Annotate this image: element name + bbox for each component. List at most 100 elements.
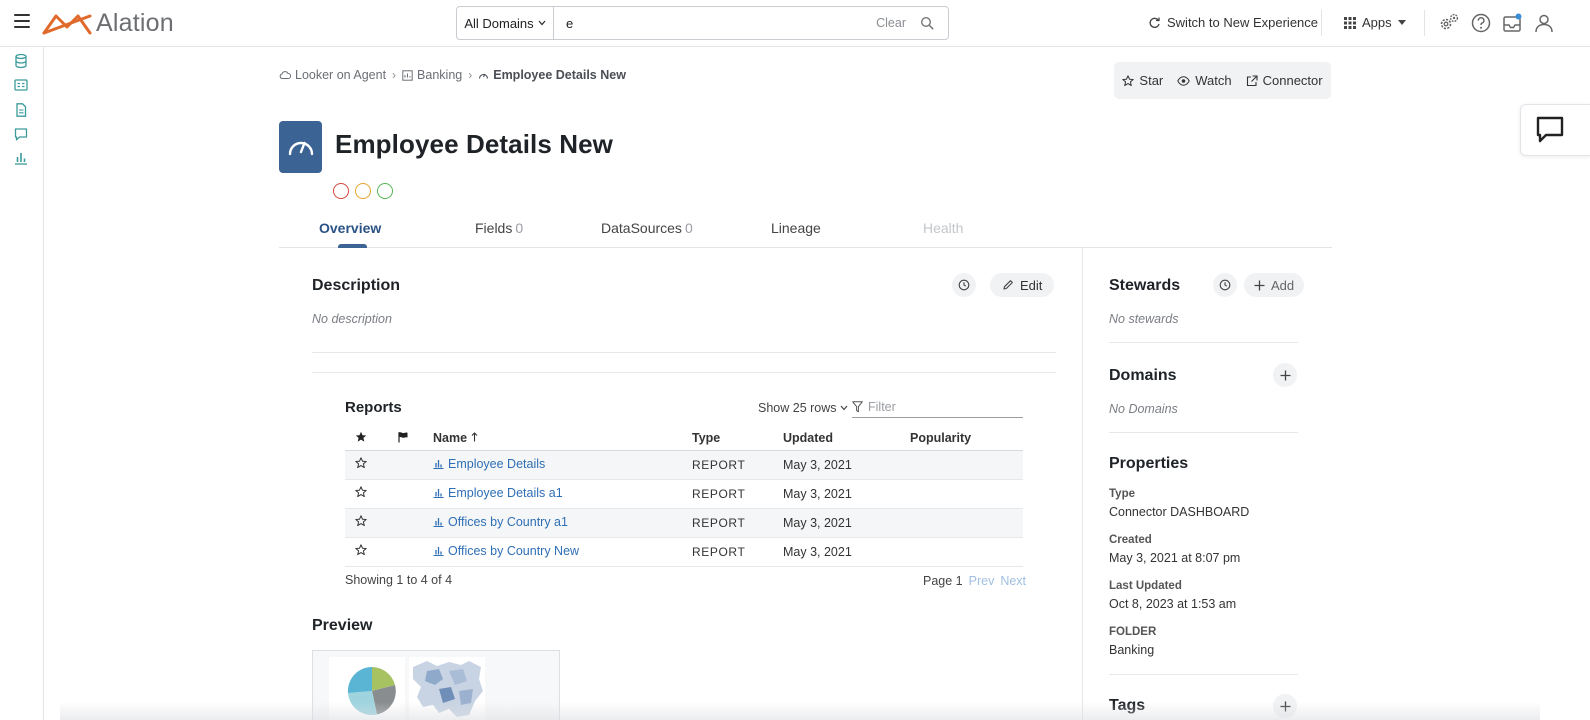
- breadcrumb-label: Banking: [417, 68, 463, 82]
- document-icon[interactable]: [13, 102, 29, 118]
- type-column-header[interactable]: Type: [692, 427, 783, 451]
- help-icon[interactable]: [1470, 12, 1492, 34]
- next-page-button[interactable]: Next: [1000, 574, 1026, 588]
- column-label: Popularity: [910, 431, 972, 446]
- property-value: Banking: [1109, 643, 1155, 657]
- property-label: Last Updated: [1109, 580, 1182, 592]
- trust-flags: [333, 183, 393, 199]
- flag-column-header[interactable]: [397, 427, 433, 451]
- inbox-notification-icon[interactable]: [1501, 12, 1523, 34]
- star-cell[interactable]: [345, 508, 397, 538]
- popularity-column-header[interactable]: Popularity: [910, 427, 1023, 451]
- connector-button[interactable]: Connector: [1246, 73, 1323, 88]
- map-thumbnail-icon[interactable]: [409, 657, 485, 720]
- column-label: Updated: [783, 431, 833, 446]
- switch-experience-button[interactable]: Switch to New Experience: [1148, 15, 1318, 30]
- report-link[interactable]: Offices by Country a1: [433, 515, 568, 529]
- trust-flag-deprecation[interactable]: [333, 183, 349, 199]
- flag-cell: [397, 508, 433, 538]
- table-header-row: Name Type Updated Popularity: [345, 427, 1023, 451]
- reports-filter-input[interactable]: [868, 400, 1008, 414]
- table-row: Offices by Country a1 REPORT May 3, 2021: [345, 508, 1023, 538]
- star-cell[interactable]: [345, 450, 397, 480]
- updated-cell: May 3, 2021: [783, 537, 910, 567]
- preview-panel: [312, 650, 560, 720]
- tab-lineage[interactable]: Lineage: [771, 220, 821, 236]
- alation-logo[interactable]: Alation: [42, 9, 174, 38]
- tab-overview[interactable]: Overview: [319, 220, 381, 236]
- pie-chart-thumbnail-icon[interactable]: [329, 657, 405, 720]
- add-tag-button[interactable]: [1273, 694, 1297, 718]
- report-link[interactable]: Employee Details a1: [433, 486, 563, 500]
- star-cell[interactable]: [345, 537, 397, 567]
- page-indicator: Page 1: [923, 574, 963, 588]
- name-cell: Offices by Country a1: [433, 508, 692, 538]
- eye-icon: [1177, 75, 1191, 86]
- chat-bubble-icon: [1536, 116, 1564, 143]
- breadcrumb-item-current: Employee Details New: [478, 68, 626, 82]
- breadcrumb-item-source[interactable]: Looker on Agent: [279, 68, 386, 82]
- tab-label: DataSources: [601, 220, 682, 236]
- tab-label: Fields: [475, 220, 513, 236]
- bar-chart-icon[interactable]: [13, 150, 29, 166]
- popularity-cell: [910, 479, 1023, 509]
- apps-menu-button[interactable]: Apps: [1344, 15, 1406, 30]
- bottom-fade: [60, 702, 1540, 720]
- plus-icon: [1280, 701, 1290, 711]
- star-button[interactable]: Star: [1122, 73, 1163, 88]
- add-steward-button[interactable]: Add: [1244, 273, 1305, 297]
- name-column-header[interactable]: Name: [433, 427, 692, 451]
- divider: [1109, 432, 1298, 433]
- tags-title: Tags: [1109, 697, 1146, 714]
- conversation-icon[interactable]: [13, 126, 29, 142]
- search-input[interactable]: [554, 7, 877, 39]
- trust-flag-endorsement[interactable]: [377, 183, 393, 199]
- search-clear-button[interactable]: Clear: [876, 16, 906, 30]
- breadcrumb-label: Employee Details New: [493, 68, 626, 82]
- chat-widget-button[interactable]: [1520, 104, 1590, 156]
- breadcrumb-item-folder[interactable]: Banking: [402, 68, 462, 82]
- property-label: FOLDER: [1109, 626, 1157, 638]
- star-outline-icon: [355, 544, 367, 556]
- watch-button[interactable]: Watch: [1177, 73, 1232, 88]
- watch-label: Watch: [1195, 73, 1232, 88]
- database-icon[interactable]: [13, 53, 29, 69]
- catalog-card-icon[interactable]: [13, 77, 29, 93]
- type-cell: REPORT: [692, 479, 783, 509]
- report-chart-icon: [433, 489, 444, 498]
- search-bar: All Domains Clear: [456, 6, 949, 40]
- prev-page-button[interactable]: Prev: [969, 574, 995, 588]
- tab-fields[interactable]: Fields 0: [475, 220, 523, 236]
- domain-selector[interactable]: All Domains: [457, 7, 554, 39]
- logo-text: Alation: [96, 9, 174, 37]
- updated-column-header[interactable]: Updated: [783, 427, 910, 451]
- flag-cell: [397, 450, 433, 480]
- star-cell[interactable]: [345, 479, 397, 509]
- report-link[interactable]: Employee Details: [433, 457, 545, 471]
- show-rows-dropdown[interactable]: Show 25 rows: [758, 401, 848, 415]
- search-icon[interactable]: [920, 16, 934, 30]
- clock-icon: [1219, 279, 1231, 291]
- chevron-down-icon: [538, 20, 546, 26]
- trust-flag-warning[interactable]: [355, 183, 371, 199]
- property-label: Type: [1109, 488, 1135, 500]
- divider: [1424, 10, 1425, 36]
- stewards-history-button[interactable]: [1213, 273, 1237, 297]
- column-divider: [1082, 248, 1083, 720]
- user-profile-icon[interactable]: [1533, 12, 1555, 34]
- description-edit-button[interactable]: Edit: [990, 273, 1055, 297]
- stewards-empty-text: No stewards: [1109, 312, 1179, 326]
- description-history-button[interactable]: [952, 273, 976, 297]
- star-outline-icon: [355, 486, 367, 498]
- settings-gears-icon[interactable]: [1438, 12, 1460, 34]
- property-value: Oct 8, 2023 at 1:53 am: [1109, 597, 1237, 611]
- left-nav-rail: [0, 47, 44, 720]
- tab-datasources[interactable]: DataSources 0: [601, 220, 693, 236]
- reports-filter: [852, 397, 1023, 418]
- flag-cell: [397, 479, 433, 509]
- report-link[interactable]: Offices by Country New: [433, 544, 579, 558]
- hamburger-menu-icon[interactable]: [14, 14, 30, 28]
- star-column-header[interactable]: [345, 427, 397, 451]
- star-outline-icon: [1122, 74, 1135, 86]
- add-domain-button[interactable]: [1273, 363, 1297, 387]
